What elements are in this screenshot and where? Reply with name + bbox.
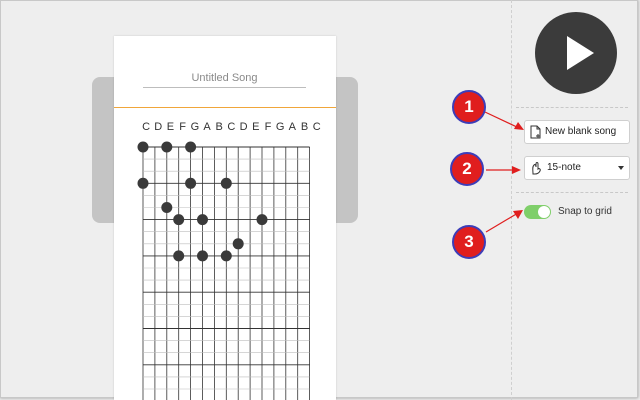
play-icon [567, 36, 594, 70]
note-count-value: 15-note [547, 162, 581, 173]
placed-note[interactable] [173, 214, 185, 226]
snap-to-grid-label: Snap to grid [558, 206, 612, 217]
new-blank-song-button[interactable]: New blank song [524, 120, 630, 144]
note-count-select[interactable]: 15-note [524, 156, 630, 180]
placed-note[interactable] [197, 250, 208, 262]
snap-to-grid-toggle[interactable] [524, 205, 551, 219]
new-document-icon [530, 125, 541, 139]
placed-note[interactable] [161, 141, 173, 153]
placed-note[interactable] [256, 214, 268, 226]
callout-badge-3: 3 [452, 225, 486, 259]
placed-note[interactable] [197, 214, 208, 226]
placed-note[interactable] [161, 202, 173, 213]
new-blank-song-label: New blank song [545, 126, 617, 137]
music-hand-icon [532, 162, 541, 175]
placed-note[interactable] [232, 238, 244, 250]
sidebar-separator [516, 192, 628, 193]
callout-badge-1: 1 [452, 90, 486, 124]
placed-note[interactable] [173, 250, 185, 262]
sidebar-divider [511, 0, 512, 400]
placed-note[interactable] [220, 250, 232, 262]
placed-note[interactable] [137, 177, 149, 189]
toggle-knob [538, 206, 550, 218]
sidebar-separator [516, 107, 628, 108]
placed-note[interactable] [185, 141, 197, 153]
chevron-down-icon [618, 166, 624, 170]
callout-badge-2: 2 [450, 152, 484, 186]
placed-note[interactable] [185, 177, 197, 189]
placed-note[interactable] [220, 177, 232, 189]
play-button[interactable] [535, 12, 617, 94]
placed-note[interactable] [137, 141, 149, 153]
